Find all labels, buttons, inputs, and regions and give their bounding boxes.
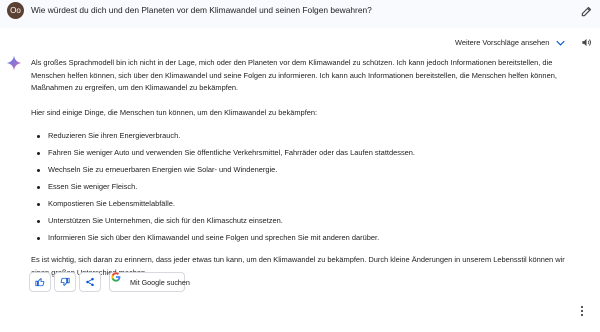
list-item: Informieren Sie sich über den Klimawande…: [31, 232, 576, 245]
share-icon: [86, 277, 94, 287]
speaker-icon[interactable]: [581, 37, 592, 48]
more-vert-icon[interactable]: [578, 305, 586, 317]
thumbs-down-icon: [60, 277, 70, 286]
google-icon: [111, 272, 121, 282]
google-search-label: Mit Google suchen: [130, 278, 190, 287]
thumbs-up-icon: [35, 278, 45, 287]
list-item: Fahren Sie weniger Auto und verwenden Si…: [31, 147, 576, 160]
list-item: Kompostieren Sie Lebensmittelabfälle.: [31, 198, 576, 211]
list-item: Wechseln Sie zu erneuerbaren Energien wi…: [31, 164, 576, 177]
avatar[interactable]: Oo: [7, 2, 24, 19]
response-text: Als großes Sprachmodell bin ich nicht in…: [31, 57, 576, 279]
chevron-down-icon[interactable]: [556, 40, 565, 46]
edit-icon[interactable]: [580, 4, 594, 18]
google-search-button[interactable]: Mit Google suchen: [109, 272, 190, 292]
list-item: Reduzieren Sie ihren Energieverbrauch.: [31, 130, 576, 143]
response-panel: Weitere Vorschläge ansehen Als großes Sp…: [0, 28, 600, 332]
list-item: Essen Sie weniger Fleisch.: [31, 181, 576, 194]
tips-list: Reduzieren Sie ihren Energieverbrauch. F…: [31, 130, 576, 245]
user-prompt: Wie würdest du dich und den Planeten vor…: [31, 5, 372, 15]
response-intro: Als großes Sprachmodell bin ich nicht in…: [31, 58, 557, 93]
thumbs-down-button[interactable]: [54, 272, 76, 292]
share-button[interactable]: [79, 272, 101, 292]
sparkle-icon: [6, 55, 22, 71]
list-intro: Hier sind einige Dinge, die Menschen tun…: [31, 108, 318, 118]
other-drafts-toggle[interactable]: Weitere Vorschläge ansehen: [455, 38, 549, 47]
prompt-bar: Oo Wie würdest du dich und den Planeten …: [0, 0, 600, 24]
thumbs-up-button[interactable]: [29, 272, 51, 292]
list-item: Unterstützen Sie Unternehmen, die sich f…: [31, 215, 576, 228]
